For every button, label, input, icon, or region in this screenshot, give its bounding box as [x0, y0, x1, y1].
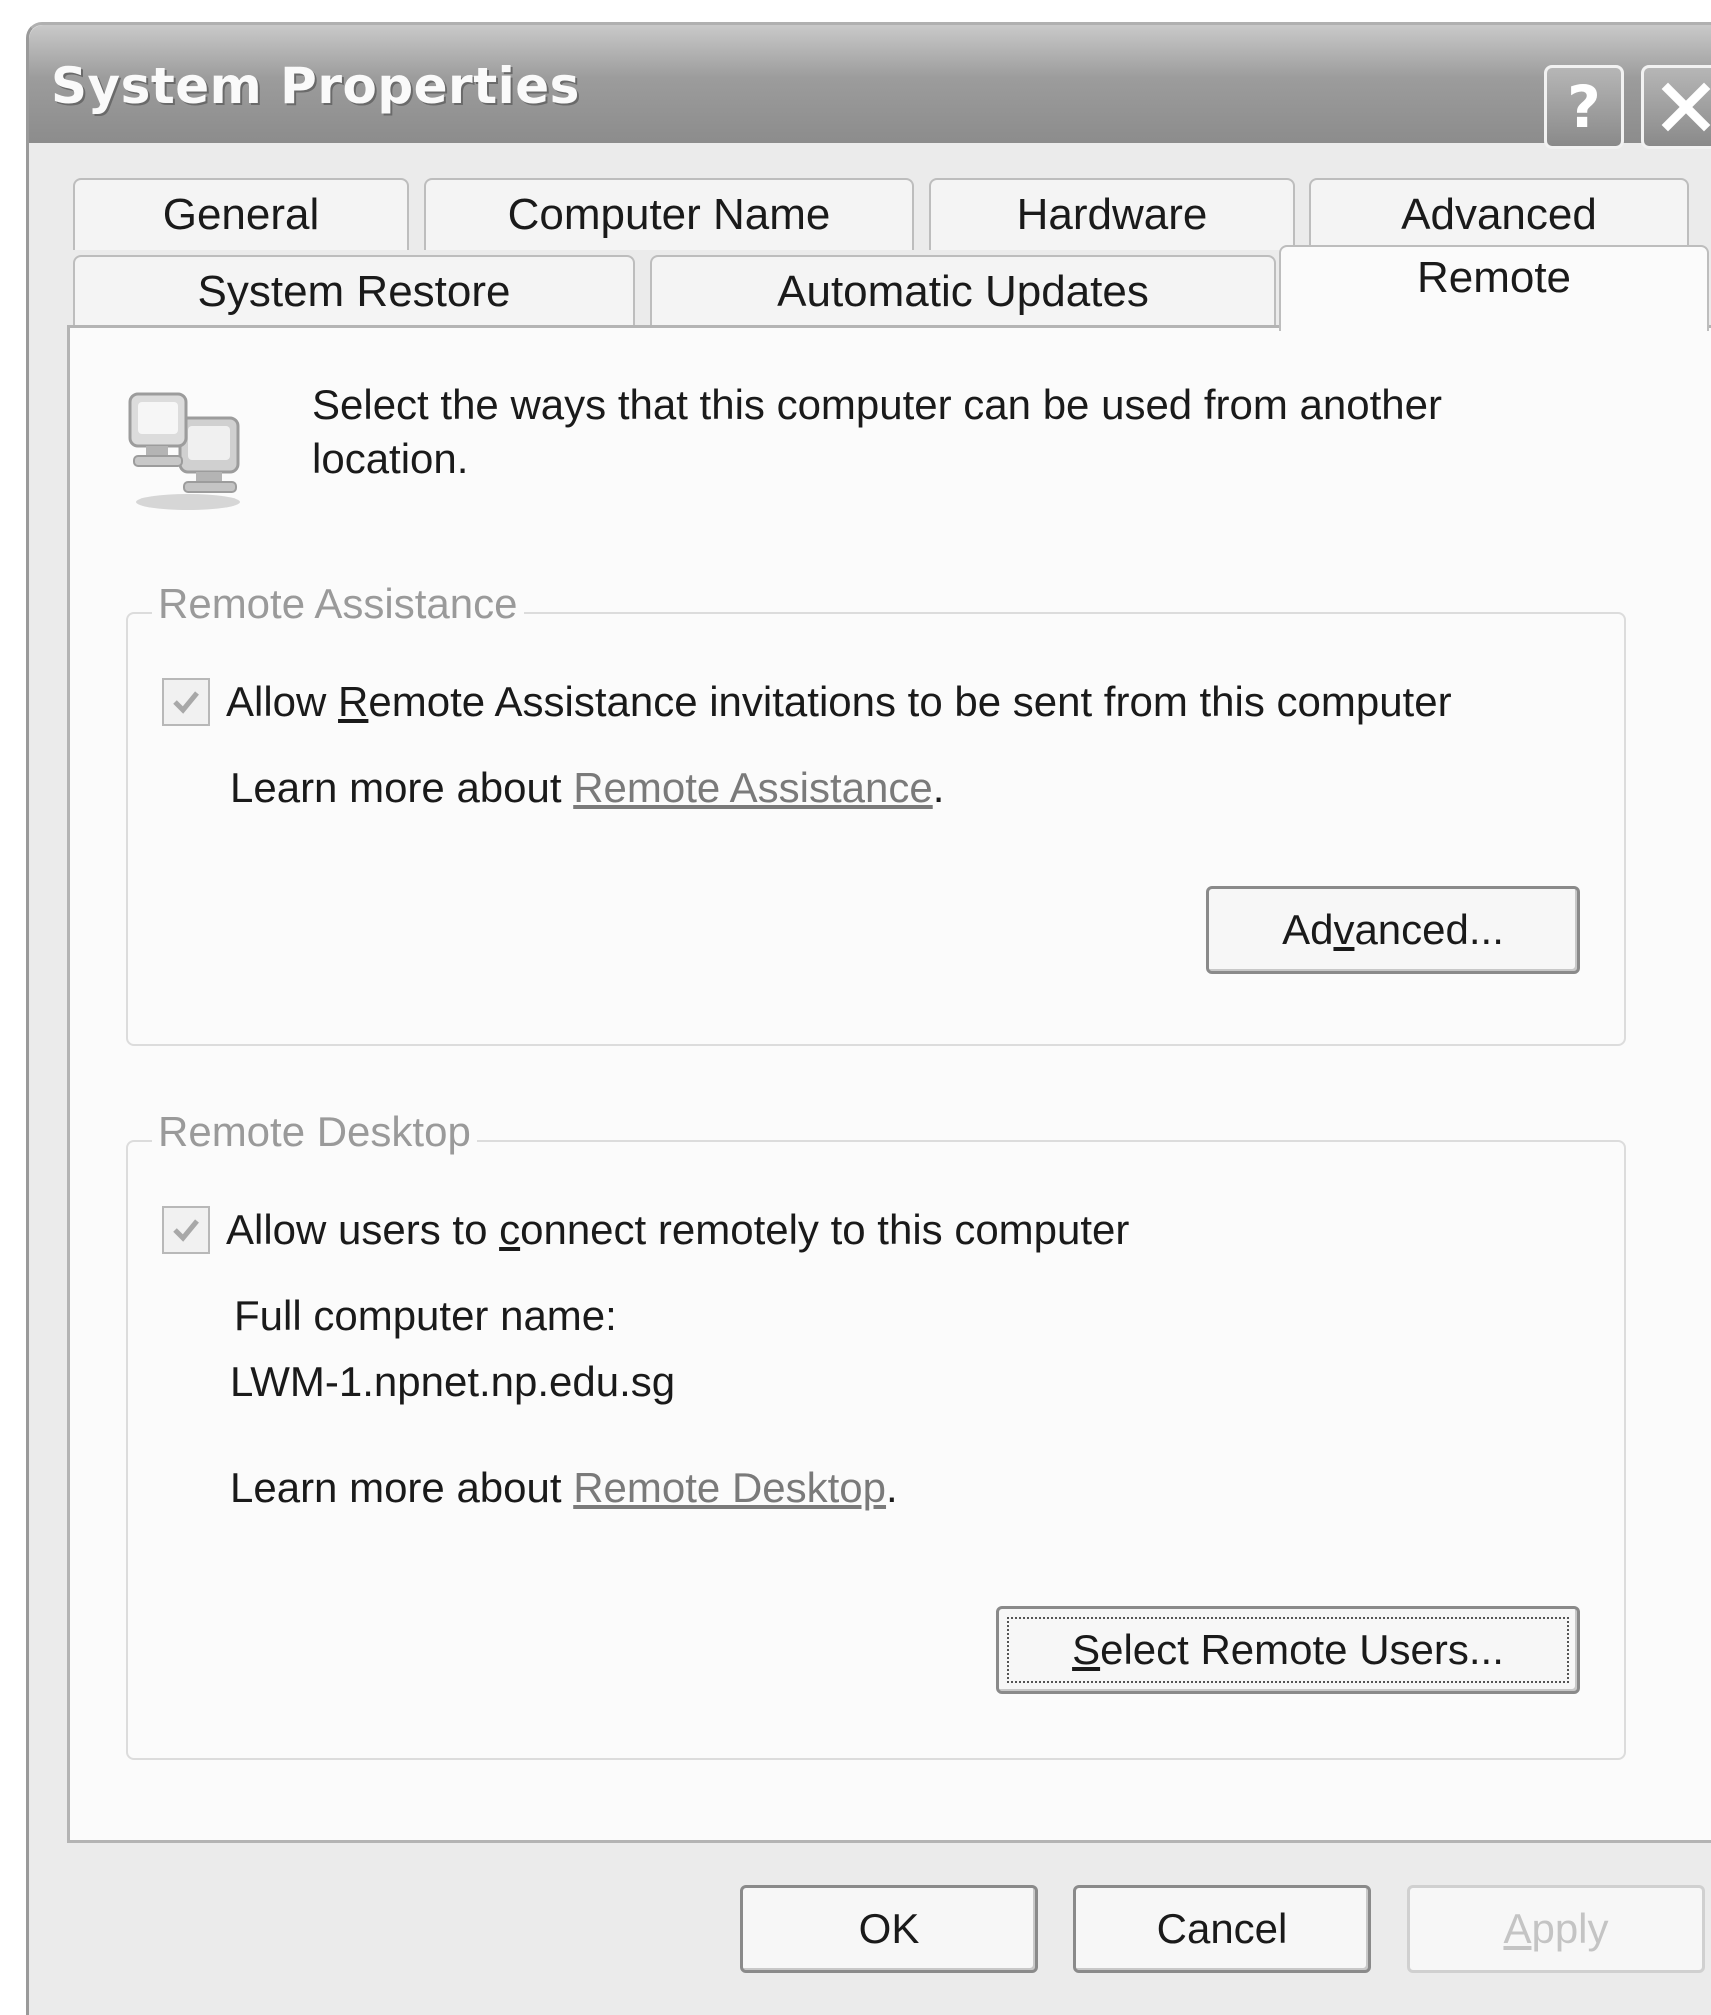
learn-more-suffix: . [886, 1464, 898, 1511]
apply-button[interactable]: Apply [1407, 1885, 1705, 1973]
ok-button[interactable]: OK [740, 1885, 1038, 1973]
remote-assistance-checkbox[interactable] [162, 678, 210, 726]
checkmark-icon [173, 1219, 199, 1242]
remote-assistance-checkbox-label[interactable]: Allow Remote Assistance invitations to b… [226, 678, 1452, 726]
network-computers-icon [128, 392, 240, 510]
cancel-button[interactable]: Cancel [1073, 1885, 1371, 1973]
tab-label: Computer Name [507, 190, 831, 239]
tab-system-restore[interactable]: System Restore [73, 255, 635, 327]
remote-desktop-link[interactable]: Remote Desktop [573, 1464, 886, 1511]
remote-assistance-group: Remote Assistance Allow Remote Assistanc… [126, 580, 1626, 1046]
button-text: Cancel [1156, 1905, 1288, 1952]
mnemonic-letter: S [1072, 1626, 1101, 1673]
remote-desktop-checkbox-label[interactable]: Allow users to connect remotely to this … [226, 1206, 1129, 1254]
tab-label: Hardware [1016, 190, 1208, 239]
mnemonic-letter: v [1333, 906, 1355, 953]
remote-desktop-learn-more: Learn more about Remote Desktop. [230, 1464, 898, 1512]
intro-text: Select the ways that this computer can b… [312, 381, 1442, 482]
remote-desktop-group: Remote Desktop Allow users to connect re… [126, 1108, 1626, 1760]
remote-tab-panel: Select the ways that this computer can b… [67, 325, 1711, 1843]
label-text: Allow users to [226, 1206, 500, 1253]
remote-desktop-checkbox[interactable] [162, 1206, 210, 1254]
advanced-button[interactable]: Ad v anced... [1206, 886, 1580, 974]
label-text: onnect remotely to this computer [520, 1206, 1130, 1253]
learn-more-suffix: . [932, 764, 945, 811]
mnemonic-letter: R [338, 678, 369, 725]
tab-hardware[interactable]: Hardware [929, 178, 1295, 250]
remote-assistance-group-label: Remote Assistance [152, 580, 524, 628]
close-button[interactable] [1641, 65, 1711, 149]
help-button[interactable]: ? [1544, 65, 1624, 149]
select-remote-users-button[interactable]: Select Remote Users... [996, 1606, 1580, 1694]
window-title: System Properties [51, 57, 580, 115]
tab-label: System Restore [197, 267, 511, 316]
remote-assistance-link[interactable]: Remote Assistance [573, 764, 933, 811]
tab-advanced[interactable]: Advanced [1309, 178, 1689, 250]
tab-computer-name[interactable]: Computer Name [424, 178, 914, 250]
remote-desktop-group-label: Remote Desktop [152, 1108, 477, 1156]
full-computer-name-value: LWM-1.npnet.np.edu.sg [230, 1358, 676, 1405]
button-text: OK [858, 1905, 920, 1952]
title-bar[interactable]: System Properties ? [29, 25, 1711, 149]
tab-automatic-updates[interactable]: Automatic Updates [650, 255, 1276, 327]
remote-assistance-learn-more: Learn more about Remote Assistance. [230, 764, 944, 812]
tab-remote[interactable]: Remote [1279, 245, 1709, 331]
learn-more-prefix: Learn more about [230, 764, 574, 811]
button-text: pply [1531, 1905, 1609, 1952]
checkmark-icon [173, 691, 199, 714]
tab-label: General [162, 190, 320, 239]
mnemonic-letter: A [1503, 1905, 1532, 1952]
tab-label: Remote [1416, 253, 1572, 302]
close-icon [1661, 82, 1711, 132]
mnemonic-letter: c [499, 1206, 521, 1253]
learn-more-prefix: Learn more about [230, 1464, 574, 1511]
tab-label: Advanced [1401, 190, 1597, 239]
tab-label: Automatic Updates [777, 267, 1149, 316]
label-text: Allow [226, 678, 339, 725]
label-text: emote Assistance invitations to be sent … [368, 678, 1452, 725]
tab-general[interactable]: General [73, 178, 409, 250]
button-text: anced... [1354, 906, 1504, 953]
full-computer-name-label: Full computer name: [234, 1292, 617, 1339]
button-text: elect Remote Users... [1100, 1626, 1504, 1673]
help-icon: ? [1567, 73, 1601, 141]
system-properties-dialog: System Properties ? General Computer Nam… [26, 22, 1711, 2015]
button-text: Ad [1282, 906, 1334, 953]
